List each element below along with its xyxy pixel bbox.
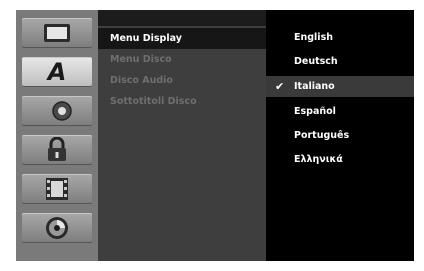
sidebar-item-audio[interactable] bbox=[22, 96, 92, 126]
option-espanol[interactable]: Español bbox=[266, 101, 414, 122]
sidebar-item-lock[interactable] bbox=[22, 135, 92, 165]
option-deutsch[interactable]: Deutsch bbox=[266, 51, 414, 72]
padlock-icon bbox=[45, 137, 69, 163]
option-label: Italiano bbox=[294, 81, 335, 92]
checkmark-icon: ✔ bbox=[275, 80, 285, 93]
menu-item-sottotitoli-disco: Sottotitoli Disco bbox=[110, 96, 197, 107]
disc-icon bbox=[44, 215, 70, 241]
option-greek[interactable]: Ελληνικά bbox=[266, 149, 414, 170]
sidebar-item-language[interactable]: A bbox=[22, 57, 92, 87]
speaker-audio-icon bbox=[42, 99, 72, 123]
menu-item-menu-disco: Menu Disco bbox=[110, 54, 172, 65]
tv-screen-icon bbox=[42, 22, 72, 44]
option-italiano[interactable]: ✔ Italiano bbox=[266, 76, 414, 97]
sidebar-item-others[interactable] bbox=[22, 174, 92, 204]
film-icon bbox=[43, 176, 71, 202]
panel-header-bar bbox=[98, 10, 266, 26]
language-a-icon: A bbox=[47, 58, 67, 86]
sidebar-item-disc[interactable] bbox=[22, 213, 92, 243]
language-options-list: English Deutsch ✔ Italiano Español Portu… bbox=[266, 10, 414, 261]
option-english[interactable]: English bbox=[266, 27, 414, 48]
option-portugues[interactable]: Português bbox=[266, 125, 414, 146]
category-sidebar: A bbox=[16, 10, 98, 261]
menu-item-menu-display[interactable]: Menu Display bbox=[98, 28, 266, 49]
menu-item-disco-audio: Disco Audio bbox=[110, 75, 173, 86]
setup-screen: A Menu Display Menu Disco Disco Audio So… bbox=[16, 10, 414, 261]
sidebar-item-display[interactable] bbox=[22, 18, 92, 48]
settings-menu-panel: Menu Display Menu Disco Disco Audio Sott… bbox=[98, 10, 266, 261]
